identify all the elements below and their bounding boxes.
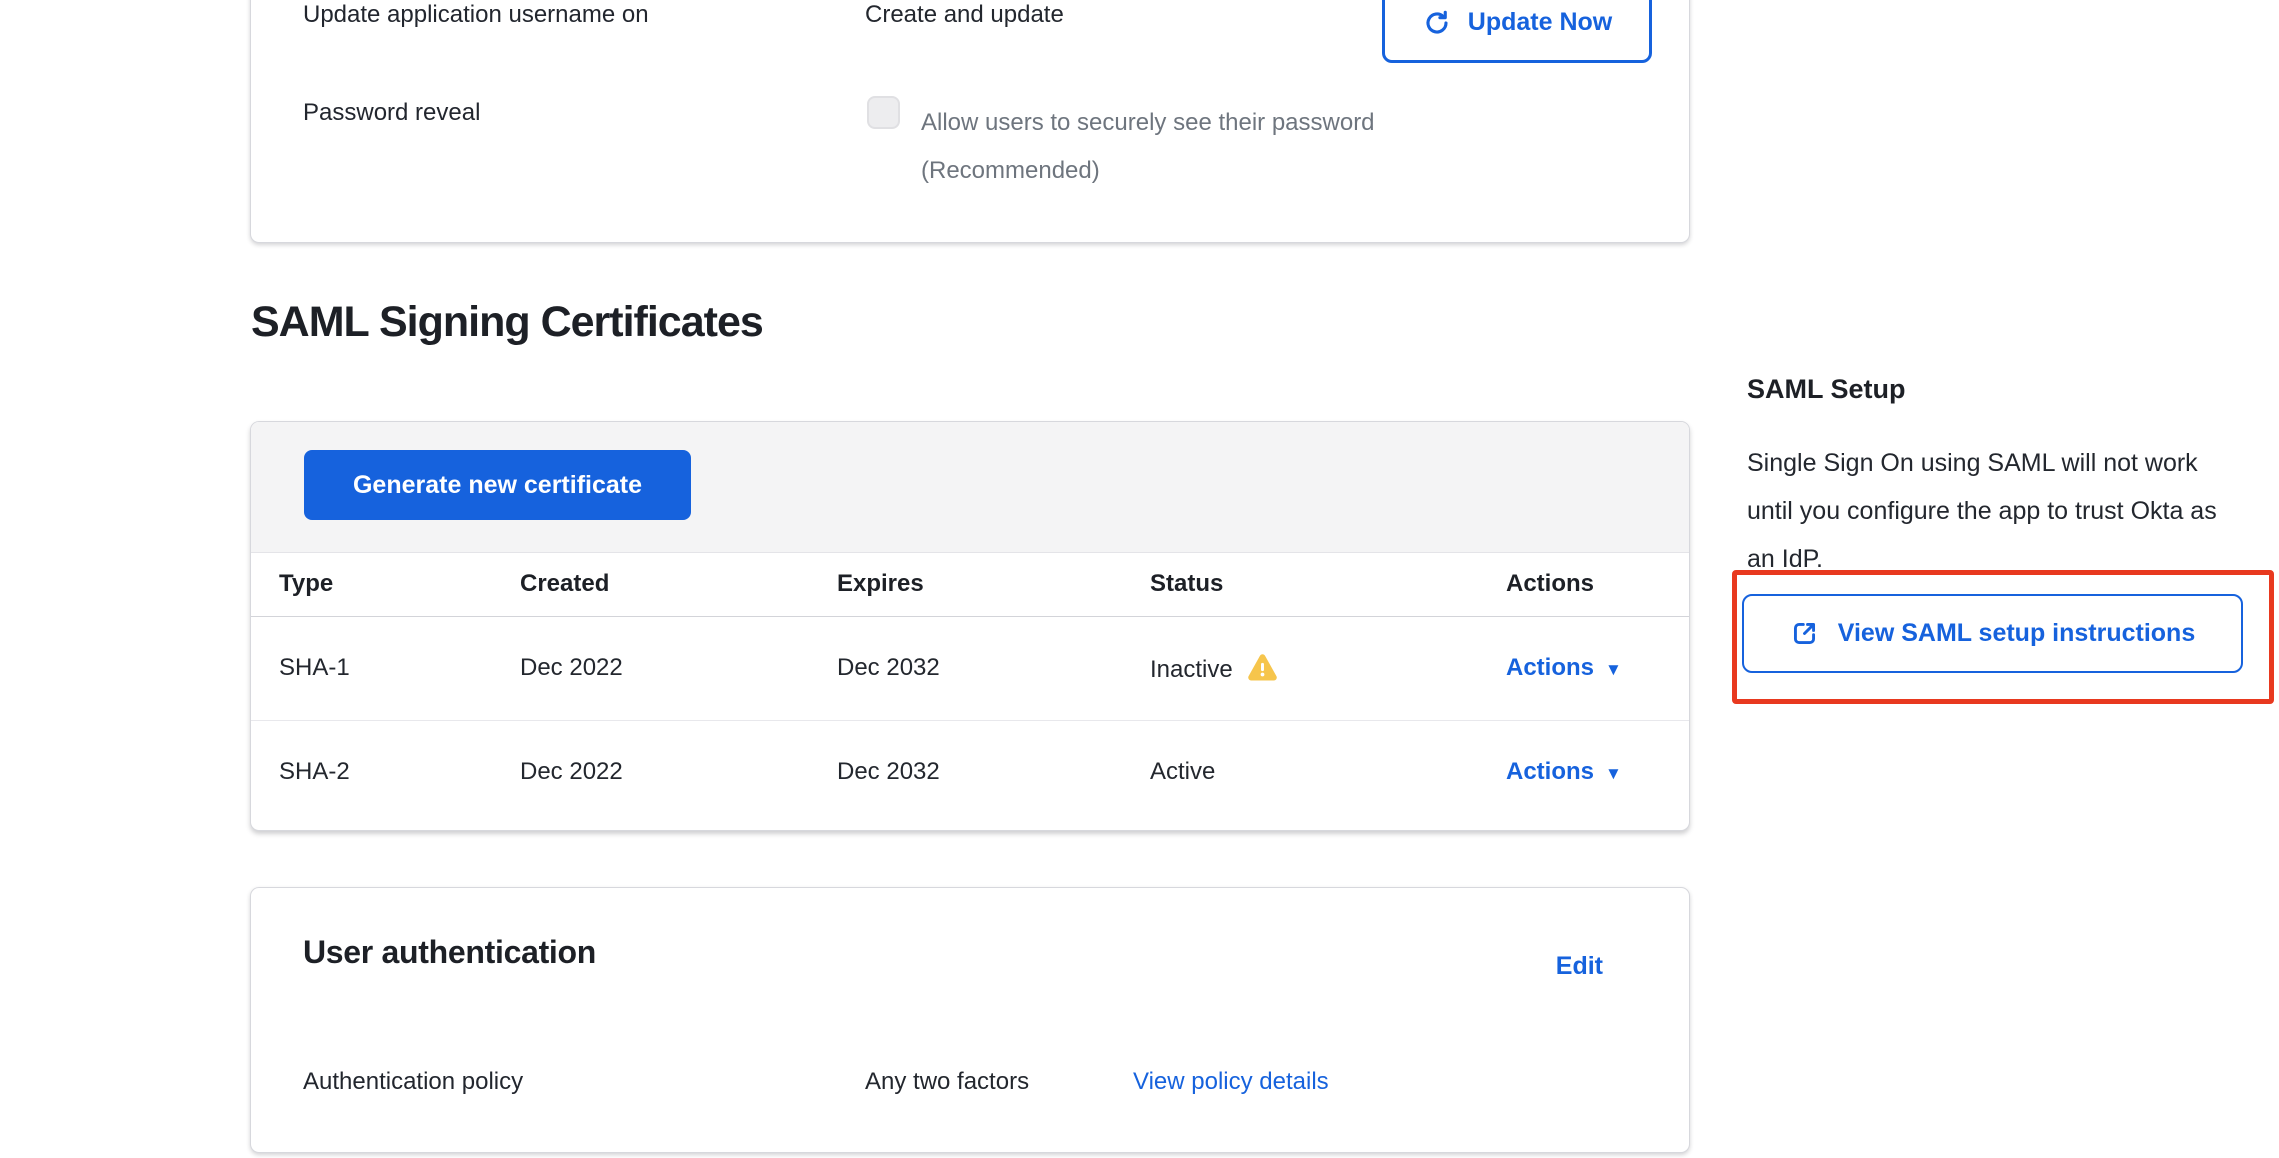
refresh-icon — [1422, 8, 1452, 38]
cert-created: Dec 2022 — [492, 616, 809, 720]
external-link-icon — [1790, 619, 1819, 648]
cert-type: SHA-1 — [251, 616, 492, 720]
page: Update application username on Create an… — [0, 0, 2279, 1158]
user-authentication-card: User authentication Edit Authentication … — [250, 887, 1690, 1153]
column-header-created: Created — [492, 553, 809, 616]
column-header-type: Type — [251, 553, 492, 616]
status-badge: Inactive — [1150, 656, 1233, 683]
edit-button[interactable]: Edit — [1556, 952, 1603, 981]
actions-dropdown[interactable]: Actions ▼ — [1506, 758, 1622, 786]
generate-certificate-button[interactable]: Generate new certificate — [304, 450, 691, 520]
card-title: User authentication — [303, 934, 596, 971]
cert-status-cell: Inactive — [1122, 616, 1478, 720]
username-update-value: Create and update — [865, 1, 1064, 29]
cert-created: Dec 2022 — [492, 720, 809, 824]
password-reveal-option-text: Allow users to securely see their passwo… — [921, 99, 1481, 195]
column-header-expires: Expires — [809, 553, 1122, 616]
actions-label: Actions — [1506, 654, 1594, 682]
sidebar-title: SAML Setup — [1747, 374, 2279, 405]
cert-actions-cell: Actions ▼ — [1478, 616, 1689, 720]
actions-dropdown[interactable]: Actions ▼ — [1506, 654, 1622, 682]
cert-expires: Dec 2032 — [809, 720, 1122, 824]
username-update-label: Update application username on — [303, 1, 649, 29]
cert-actions-cell: Actions ▼ — [1478, 720, 1689, 824]
column-header-status: Status — [1122, 553, 1478, 616]
saml-setup-button-label: View SAML setup instructions — [1838, 619, 2195, 648]
table-row: SHA-1 Dec 2022 Dec 2032 Inactive Actions — [251, 616, 1689, 720]
caret-down-icon: ▼ — [1605, 661, 1622, 678]
table-header-row: Type Created Expires Status Actions — [251, 553, 1689, 616]
warning-triangle-icon — [1247, 653, 1278, 684]
view-policy-details-link[interactable]: View policy details — [1133, 1068, 1329, 1096]
column-header-actions: Actions — [1478, 553, 1689, 616]
sign-on-settings-card: Update application username on Create an… — [250, 0, 1690, 243]
status-badge: Active — [1150, 758, 1215, 785]
cert-type: SHA-2 — [251, 720, 492, 824]
password-reveal-label: Password reveal — [303, 99, 480, 127]
password-reveal-checkbox[interactable] — [867, 96, 900, 129]
cert-expires: Dec 2032 — [809, 616, 1122, 720]
certificates-table: Type Created Expires Status Actions SHA-… — [251, 553, 1689, 824]
saml-certificates-card: Generate new certificate Type Created Ex… — [250, 421, 1690, 831]
view-saml-setup-instructions-button[interactable]: View SAML setup instructions — [1742, 594, 2243, 673]
cert-status-cell: Active — [1122, 720, 1478, 824]
table-row: SHA-2 Dec 2022 Dec 2032 Active Actions ▼ — [251, 720, 1689, 824]
update-now-label: Update Now — [1468, 8, 1612, 37]
update-now-button[interactable]: Update Now — [1382, 0, 1652, 63]
page-title: SAML Signing Certificates — [251, 298, 763, 347]
caret-down-icon: ▼ — [1605, 765, 1622, 782]
certificates-toolbar: Generate new certificate — [251, 422, 1689, 553]
sidebar-description: Single Sign On using SAML will not work … — [1747, 439, 2227, 583]
auth-policy-value: Any two factors — [865, 1068, 1029, 1096]
saml-setup-sidebar: SAML Setup Single Sign On using SAML wil… — [1747, 374, 2279, 583]
actions-label: Actions — [1506, 758, 1594, 786]
auth-policy-label: Authentication policy — [303, 1068, 523, 1096]
